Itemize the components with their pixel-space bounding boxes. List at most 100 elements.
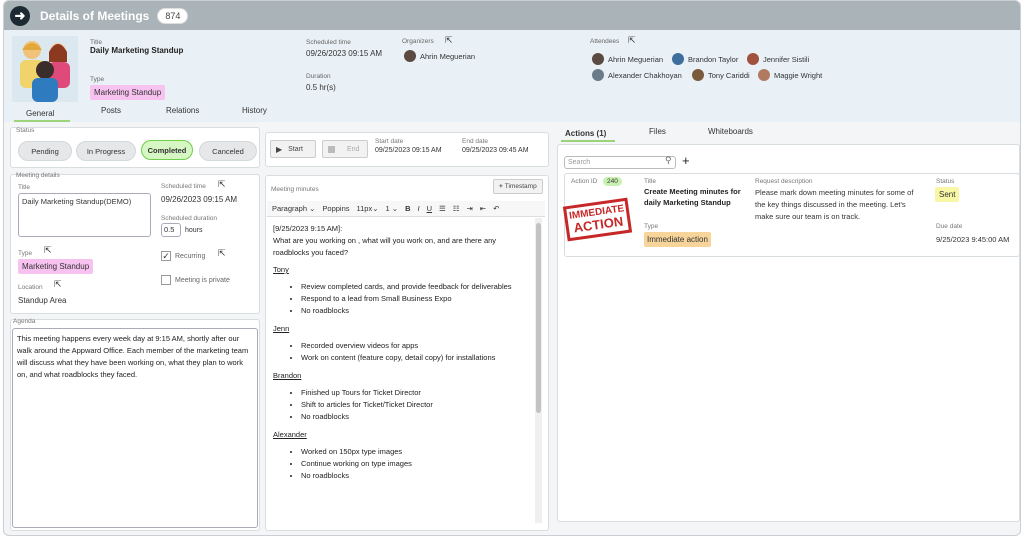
editor-scrollbar[interactable] [535,218,542,523]
details-sched-value: 09/26/2023 09:15 AM [161,195,238,204]
minutes-item: No roadblocks [301,411,529,423]
private-label: Meeting is private [175,277,230,284]
immediate-action-image: IMMEDIATE ACTION [563,191,633,247]
tab-actions[interactable]: Actions (1) [565,129,606,138]
minutes-person-name: Jenn [273,324,290,333]
tab-files[interactable]: Files [649,127,666,136]
action-type-badge: Immediate action [644,232,711,247]
size-select-value: 11px [356,204,373,213]
action-id-badge: 240 [603,177,622,186]
action-status-badge: Sent [935,187,960,202]
location-label: Location [18,284,43,291]
action-type-label: Type [644,223,659,230]
minutes-item: Continue working on type images [301,458,529,470]
minutes-item: No roadblocks [301,305,529,317]
indent-icon[interactable]: ⇥ [466,204,472,213]
search-icon[interactable]: ⚲ [665,155,672,166]
external-link-icon[interactable]: ⇱ [54,279,62,290]
private-checkbox[interactable] [161,275,171,285]
tab-history[interactable]: History [242,106,267,115]
outdent-icon[interactable]: ⇤ [480,204,486,213]
location-value: Standup Area [18,296,67,305]
details-type-badge[interactable]: Marketing Standup [18,259,94,274]
duration-unit: hours [185,227,203,234]
attendee-name: Alexander Chakhoyan [608,70,682,80]
agenda-textarea[interactable]: This meeting happens every week day at 9… [12,328,258,528]
format-select[interactable]: Paragraph ⌄ [272,204,315,213]
bold-icon[interactable]: B [405,204,410,213]
attendee: Ahrin Meguerian [592,53,663,65]
align-left-icon[interactable]: ☰ [439,204,446,213]
status-pending[interactable]: Pending [18,141,72,161]
recurring-label: Recurring [175,253,206,260]
underline-icon[interactable]: U [427,204,432,213]
line-height-select[interactable]: 1 ⌄ [386,204,399,213]
search-input[interactable]: Search [564,156,676,169]
attendees-label: Attendees [590,38,620,45]
due-date-value: 9/25/2023 9:45:00 AM [936,235,1010,244]
scrollbar-thumb[interactable] [536,223,541,413]
status-in-progress[interactable]: In Progress [76,141,136,161]
undo-icon[interactable]: ↶ [493,204,499,213]
recurring-checkbox[interactable]: ✓ [161,251,171,261]
italic-icon[interactable]: I [418,204,420,213]
end-date-value: 09/25/2023 09:45 AM [462,147,529,154]
meeting-header: Title Daily Marketing Standup Type Marke… [4,30,1020,122]
font-select[interactable]: Poppins [322,204,349,213]
external-link-icon[interactable]: ⇱ [445,35,453,46]
minutes-item: Respond to a lead from Small Business Ex… [301,293,529,305]
plus-icon: + [499,183,503,190]
external-link-icon[interactable]: ⇱ [628,35,636,46]
external-link-icon[interactable]: ⇱ [218,179,226,190]
add-action-icon[interactable]: + [682,154,690,167]
minutes-item-list: Worked on 150px type imagesContinue work… [301,446,529,482]
status-completed[interactable]: Completed [141,140,193,160]
start-button-label: Start [288,145,303,153]
format-select-value: Paragraph [272,204,308,213]
bulleted-list-icon[interactable]: ☷ [453,204,460,213]
editor-toolbar: Paragraph ⌄ Poppins 11px⌄ 1 ⌄ B I U ☰ ☷ … [267,201,545,217]
details-sched-label: Scheduled time [161,183,206,190]
minutes-person-name: Alexander [273,430,307,439]
minutes-item: Worked on 150px type images [301,446,529,458]
end-button[interactable]: End [322,140,368,158]
immediate-action-stamp: IMMEDIATE ACTION [563,197,633,241]
organizer: Ahrin Meguerian [404,50,475,62]
attendee: Brandon Taylor [672,53,738,65]
action-title-label: Title [644,178,657,185]
tab-relations[interactable]: Relations [166,106,199,115]
attendee-name: Jennifer Sistili [763,54,810,64]
action-title[interactable]: Create Meeting minutes for daily Marketi… [644,186,744,208]
arrow-right-icon[interactable]: ➜ [10,5,30,26]
end-button-label: End [347,145,360,153]
minutes-editor[interactable]: [9/25/2023 9:15 AM]: What are you workin… [267,218,535,523]
attendee-name: Maggie Wright [774,70,823,80]
status-label: Status [16,127,35,134]
action-status-label: Status [936,178,955,185]
app-window: ➜ Details of Meetings 874 Title Daily Ma… [3,0,1021,536]
attendee: Tony Cariddi [692,69,750,81]
status-canceled[interactable]: Canceled [199,141,257,161]
organizer-name: Ahrin Meguerian [420,51,476,61]
tab-general[interactable]: General [26,109,54,118]
minutes-item: Work on content (feature copy, detail co… [301,352,529,364]
external-link-icon[interactable]: ⇱ [218,248,226,259]
scheduled-label: Scheduled time [306,39,351,46]
tab-whiteboards[interactable]: Whiteboards [708,127,753,136]
line-height-value: 1 [385,204,390,213]
start-date-label: Start date [375,138,404,145]
active-tab-indicator [14,120,70,122]
details-duration-label: Scheduled duration [161,215,218,222]
minutes-item: Review completed cards, and provide feed… [301,281,529,293]
timestamp-button[interactable]: + Timestamp [493,179,543,194]
tab-posts[interactable]: Posts [101,106,121,115]
title-input[interactable]: Daily Marketing Standup(DEMO) [18,193,151,237]
attendee-name: Ahrin Meguerian [608,54,664,64]
start-button[interactable]: ▶ Start [270,140,316,158]
size-select[interactable]: 11px⌄ [357,204,379,213]
title-label: Title [90,39,103,46]
duration-input[interactable]: 0.5 [161,223,181,237]
attendee: Maggie Wright [758,69,822,81]
external-link-icon[interactable]: ⇱ [44,245,52,256]
minutes-item: Shift to articles for Ticket/Ticket Dire… [301,399,529,411]
